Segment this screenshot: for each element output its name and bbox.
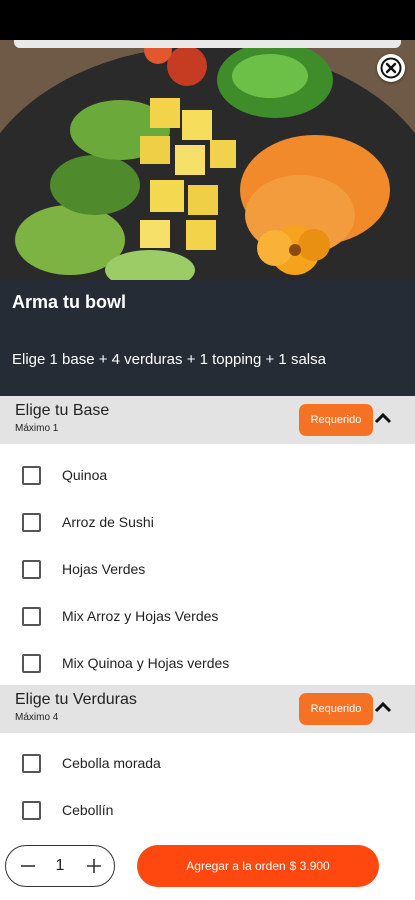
- checkbox[interactable]: [22, 654, 41, 673]
- required-badge: Requerido: [299, 693, 373, 725]
- chevron-up-icon[interactable]: [374, 700, 392, 714]
- checkbox[interactable]: [22, 607, 41, 626]
- salad-illustration: [15, 40, 390, 280]
- close-button[interactable]: [377, 54, 405, 82]
- product-info: Arma tu bowl Elige 1 base + 4 verduras +…: [0, 280, 415, 396]
- quantity-stepper: 1: [5, 845, 115, 887]
- close-icon: [380, 57, 402, 79]
- option-label: Quinoa: [62, 467, 108, 483]
- product-title: Arma tu bowl: [12, 292, 127, 312]
- option-label: Cebolla morada: [62, 755, 161, 771]
- quantity-value: 1: [55, 857, 65, 874]
- option-label: Cebollín: [62, 802, 114, 818]
- option-arroz-de-sushi[interactable]: Arroz de Sushi: [0, 504, 415, 551]
- section-subtitle: Máximo 4: [15, 712, 59, 723]
- checkbox[interactable]: [22, 754, 41, 773]
- plus-icon[interactable]: [84, 856, 104, 876]
- section-header-base[interactable]: Elige tu Base Máximo 1 Requerido: [0, 396, 415, 444]
- checkbox[interactable]: [22, 466, 41, 485]
- add-to-order-label: Agregar a la orden: [186, 859, 286, 873]
- bottom-bar: 1 Agregar a la orden $ 3.900: [0, 832, 415, 900]
- required-badge: Requerido: [299, 404, 373, 436]
- section-title: Elige tu Verduras: [15, 691, 137, 708]
- option-label: Arroz de Sushi: [62, 514, 154, 530]
- minus-icon[interactable]: [18, 856, 38, 876]
- image-top-edge: [14, 40, 401, 48]
- add-to-order-button[interactable]: Agregar a la orden $ 3.900: [137, 845, 379, 887]
- checkbox[interactable]: [22, 801, 41, 820]
- section-subtitle: Máximo 1: [15, 423, 59, 434]
- product-image: [0, 40, 415, 280]
- option-label: Mix Quinoa y Hojas verdes: [62, 655, 230, 671]
- checkbox[interactable]: [22, 560, 41, 579]
- option-label: Hojas Verdes: [62, 561, 146, 577]
- option-hojas-verdes[interactable]: Hojas Verdes: [0, 551, 415, 598]
- checkbox[interactable]: [22, 513, 41, 532]
- section-header-verduras[interactable]: Elige tu Verduras Máximo 4 Requerido: [0, 685, 415, 733]
- option-quinoa[interactable]: Quinoa: [0, 457, 415, 504]
- chevron-up-icon[interactable]: [374, 411, 392, 425]
- status-bar: [0, 0, 415, 40]
- order-price: $ 3.900: [289, 859, 330, 873]
- product-description: Elige 1 base + 4 verduras + 1 topping + …: [12, 351, 326, 368]
- option-cebolla-morada[interactable]: Cebolla morada: [0, 745, 415, 792]
- option-mix-arroz-hojas[interactable]: Mix Arroz y Hojas Verdes: [0, 598, 415, 645]
- option-label: Mix Arroz y Hojas Verdes: [62, 608, 219, 624]
- section-title: Elige tu Base: [15, 402, 110, 419]
